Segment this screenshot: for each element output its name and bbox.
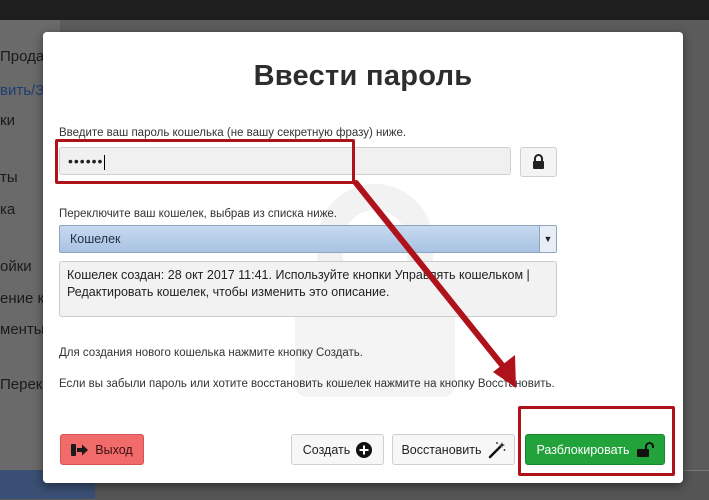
arrow-annotation	[353, 180, 516, 388]
